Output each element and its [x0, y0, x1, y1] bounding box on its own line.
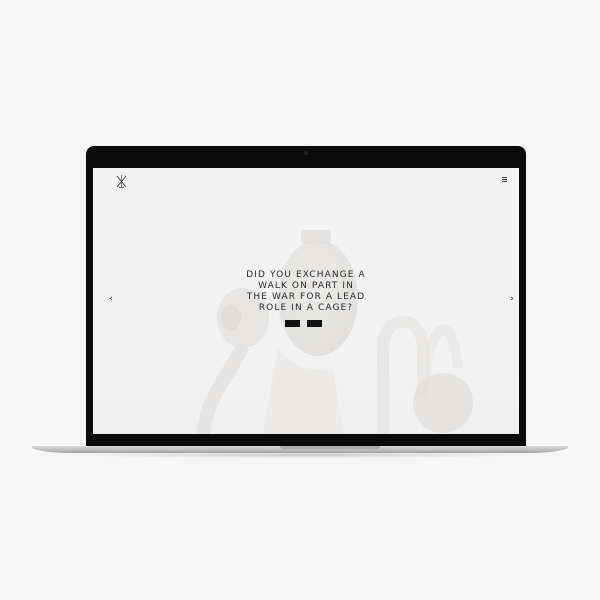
primary-cta-button[interactable] — [285, 320, 300, 327]
hamburger-menu-icon[interactable] — [499, 174, 509, 184]
headline-line-2: WALK ON PART IN — [258, 281, 354, 291]
hero-headline: DID YOU EXCHANGE A WALK ON PART IN THE W… — [226, 270, 386, 314]
laptop-lid: ‹ › DID YOU EXCHANGE A WALK ON PART IN T… — [86, 146, 526, 448]
headline-line-4: ROLE IN A CAGE? — [258, 303, 354, 313]
chevron-right-icon[interactable]: › — [506, 292, 518, 306]
headline-line-3: THE WAR FOR A LEAD — [246, 292, 366, 302]
crossed-x-logo-icon[interactable] — [116, 175, 127, 188]
product-mockup: ‹ › DID YOU EXCHANGE A WALK ON PART IN T… — [0, 0, 600, 600]
webcam — [304, 151, 308, 155]
headline-line-1: DID YOU EXCHANGE A — [246, 270, 366, 280]
laptop-base-notch — [280, 446, 380, 449]
menu-lines-icon — [501, 176, 507, 182]
laptop-base — [32, 446, 568, 453]
secondary-cta-button[interactable] — [307, 320, 322, 327]
cta-buttons — [285, 320, 322, 327]
website-screen: ‹ › DID YOU EXCHANGE A WALK ON PART IN T… — [93, 168, 519, 434]
chevron-left-icon[interactable]: ‹ — [105, 292, 117, 306]
